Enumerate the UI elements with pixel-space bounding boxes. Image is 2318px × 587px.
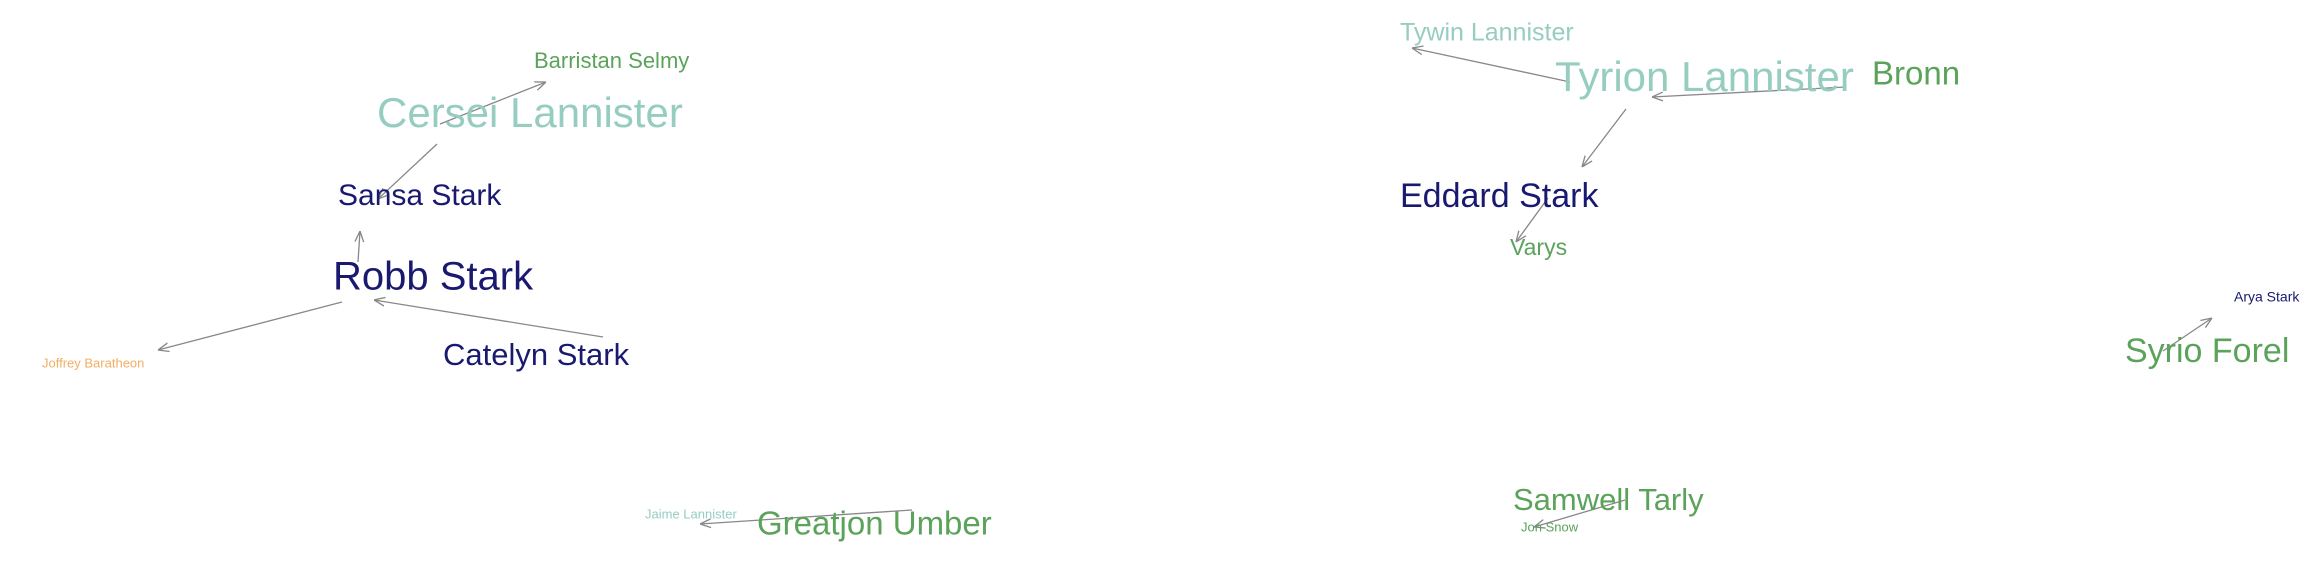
node-jaime[interactable]: Jaime Lannister bbox=[645, 506, 737, 521]
edge-tyrion-to-eddard bbox=[1582, 108, 1627, 167]
edge-catelyn-to-robb bbox=[374, 300, 604, 338]
node-eddard[interactable]: Eddard Stark bbox=[1400, 177, 1599, 215]
node-greatjon[interactable]: Greatjon Umber bbox=[757, 505, 992, 542]
node-catelyn[interactable]: Catelyn Stark bbox=[443, 337, 630, 372]
edge-robb-to-joffrey bbox=[158, 301, 343, 350]
node-tywin[interactable]: Tywin Lannister bbox=[1400, 19, 1574, 47]
node-syrio[interactable]: Syrio Forel bbox=[2125, 332, 2289, 370]
node-arya[interactable]: Arya Stark bbox=[2234, 289, 2300, 305]
node-barristan[interactable]: Barristan Selmy bbox=[534, 48, 689, 73]
node-samwell[interactable]: Samwell Tarly bbox=[1513, 482, 1704, 517]
node-bronn[interactable]: Bronn bbox=[1872, 55, 1960, 92]
node-cersei[interactable]: Cersei Lannister bbox=[377, 89, 683, 136]
nodes-layer: Barristan Selmy Cersei Lannister Sansa Sta… bbox=[42, 19, 2300, 542]
node-jon[interactable]: Jon Snow bbox=[1521, 519, 1579, 534]
node-varys[interactable]: Varys bbox=[1510, 234, 1567, 260]
node-sansa[interactable]: Sansa Stark bbox=[338, 179, 502, 212]
character-network-graph: Barristan Selmy Cersei Lannister Sansa Sta… bbox=[42, 19, 2300, 542]
node-tyrion[interactable]: Tyrion Lannister bbox=[1555, 53, 1854, 100]
node-joffrey[interactable]: Joffrey Baratheon bbox=[42, 355, 144, 370]
edge-tyrion-to-tywin bbox=[1412, 48, 1571, 83]
node-robb[interactable]: Robb Stark bbox=[333, 255, 534, 299]
